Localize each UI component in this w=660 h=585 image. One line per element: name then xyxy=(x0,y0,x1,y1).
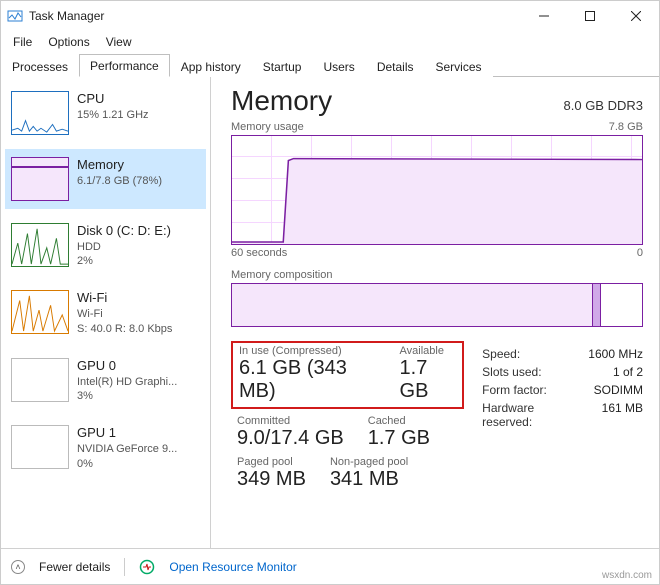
fewer-details-link[interactable]: Fewer details xyxy=(39,560,110,574)
sidebar-item-gpu0[interactable]: GPU 0 Intel(R) HD Graphi... 3% xyxy=(5,350,206,411)
tab-startup[interactable]: Startup xyxy=(252,55,313,77)
chevron-up-icon[interactable]: ˄ xyxy=(11,560,25,574)
wifi-thumb xyxy=(11,290,69,334)
page-title: Memory xyxy=(231,85,332,117)
slots-val: 1 of 2 xyxy=(588,365,643,379)
comp-modified xyxy=(593,284,601,326)
gpu0-sub2: 3% xyxy=(77,389,177,403)
usage-chart-label: Memory usage xyxy=(231,121,304,133)
sidebar-item-wifi[interactable]: Wi-Fi Wi-Fi S: 40.0 R: 8.0 Kbps xyxy=(5,282,206,343)
sidebar-item-cpu[interactable]: CPU 15% 1.21 GHz xyxy=(5,83,206,143)
memory-thumb xyxy=(11,157,69,201)
nonpaged-label: Non-paged pool xyxy=(330,456,408,468)
disk-title: Disk 0 (C: D: E:) xyxy=(77,223,171,240)
capacity-label: 8.0 GB DDR3 xyxy=(564,98,643,113)
tab-details[interactable]: Details xyxy=(366,55,425,77)
cached-label: Cached xyxy=(368,415,430,427)
menu-view[interactable]: View xyxy=(98,33,140,51)
tab-performance[interactable]: Performance xyxy=(79,54,170,77)
maximize-button[interactable] xyxy=(567,1,613,31)
x-axis-right: 0 xyxy=(637,247,643,259)
comp-in-use xyxy=(232,284,593,326)
memory-info-grid: Speed: 1600 MHz Slots used: 1 of 2 Form … xyxy=(482,341,643,491)
gpu1-sub1: NVIDIA GeForce 9... xyxy=(77,442,177,456)
speed-key: Speed: xyxy=(482,347,574,361)
in-use-label: In use (Compressed) xyxy=(239,345,376,357)
paged-value: 349 MB xyxy=(237,468,306,491)
comp-available xyxy=(601,284,642,326)
memory-title: Memory xyxy=(77,157,162,174)
gpu1-title: GPU 1 xyxy=(77,425,177,442)
disk-sub2: 2% xyxy=(77,254,171,268)
resource-monitor-icon xyxy=(139,559,155,575)
wifi-sub1: Wi-Fi xyxy=(77,307,172,321)
close-button[interactable] xyxy=(613,1,659,31)
app-icon xyxy=(7,8,23,24)
gpu0-thumb xyxy=(11,358,69,402)
form-key: Form factor: xyxy=(482,383,574,397)
available-label: Available xyxy=(400,345,457,357)
tab-bar: Processes Performance App history Startu… xyxy=(1,53,659,77)
tab-processes[interactable]: Processes xyxy=(1,55,79,77)
window-controls xyxy=(521,1,659,31)
tab-app-history[interactable]: App history xyxy=(170,55,252,77)
memory-composition-chart[interactable] xyxy=(231,283,643,327)
open-resource-monitor-link[interactable]: Open Resource Monitor xyxy=(169,560,296,574)
paged-label: Paged pool xyxy=(237,456,306,468)
gpu0-title: GPU 0 xyxy=(77,358,177,375)
window-title: Task Manager xyxy=(29,9,104,23)
menubar: File Options View xyxy=(1,31,659,53)
watermark: wsxdn.com xyxy=(602,570,652,581)
disk-thumb xyxy=(11,223,69,267)
cpu-title: CPU xyxy=(77,91,149,108)
available-value: 1.7 GB xyxy=(400,357,457,403)
memory-usage-chart[interactable] xyxy=(231,135,643,245)
wifi-sub2: S: 40.0 R: 8.0 Kbps xyxy=(77,322,172,336)
sidebar: CPU 15% 1.21 GHz Memory 6.1/7.8 GB (78%)… xyxy=(1,77,211,548)
x-axis-left: 60 seconds xyxy=(231,247,287,259)
sidebar-item-memory[interactable]: Memory 6.1/7.8 GB (78%) xyxy=(5,149,206,209)
gpu1-sub2: 0% xyxy=(77,457,177,471)
separator xyxy=(124,558,125,576)
committed-label: Committed xyxy=(237,415,344,427)
memory-sub: 6.1/7.8 GB (78%) xyxy=(77,174,162,188)
highlight-box: In use (Compressed) 6.1 GB (343 MB) Avai… xyxy=(231,341,464,409)
footer: ˄ Fewer details Open Resource Monitor xyxy=(1,548,659,584)
body-area: CPU 15% 1.21 GHz Memory 6.1/7.8 GB (78%)… xyxy=(1,77,659,548)
cpu-thumb xyxy=(11,91,69,135)
sidebar-item-disk[interactable]: Disk 0 (C: D: E:) HDD 2% xyxy=(5,215,206,276)
cpu-sub: 15% 1.21 GHz xyxy=(77,108,149,122)
minimize-button[interactable] xyxy=(521,1,567,31)
wifi-title: Wi-Fi xyxy=(77,290,172,307)
titlebar[interactable]: Task Manager xyxy=(1,1,659,31)
slots-key: Slots used: xyxy=(482,365,574,379)
in-use-value: 6.1 GB (343 MB) xyxy=(239,357,376,403)
main-panel: Memory 8.0 GB DDR3 Memory usage 7.8 GB 6… xyxy=(211,77,659,548)
disk-sub1: HDD xyxy=(77,240,171,254)
cached-value: 1.7 GB xyxy=(368,427,430,450)
tab-users[interactable]: Users xyxy=(312,55,365,77)
composition-label: Memory composition xyxy=(231,269,332,281)
tab-services[interactable]: Services xyxy=(425,55,493,77)
gpu1-thumb xyxy=(11,425,69,469)
menu-options[interactable]: Options xyxy=(40,33,97,51)
task-manager-window: Task Manager File Options View Processes… xyxy=(0,0,660,585)
stats-area: In use (Compressed) 6.1 GB (343 MB) Avai… xyxy=(231,341,643,491)
sidebar-item-gpu1[interactable]: GPU 1 NVIDIA GeForce 9... 0% xyxy=(5,417,206,478)
hw-key: Hardware reserved: xyxy=(482,401,574,429)
hw-val: 161 MB xyxy=(588,401,643,429)
gpu0-sub1: Intel(R) HD Graphi... xyxy=(77,375,177,389)
usage-chart-max: 7.8 GB xyxy=(609,121,643,133)
menu-file[interactable]: File xyxy=(5,33,40,51)
speed-val: 1600 MHz xyxy=(588,347,643,361)
form-val: SODIMM xyxy=(588,383,643,397)
nonpaged-value: 341 MB xyxy=(330,468,408,491)
committed-value: 9.0/17.4 GB xyxy=(237,427,344,450)
